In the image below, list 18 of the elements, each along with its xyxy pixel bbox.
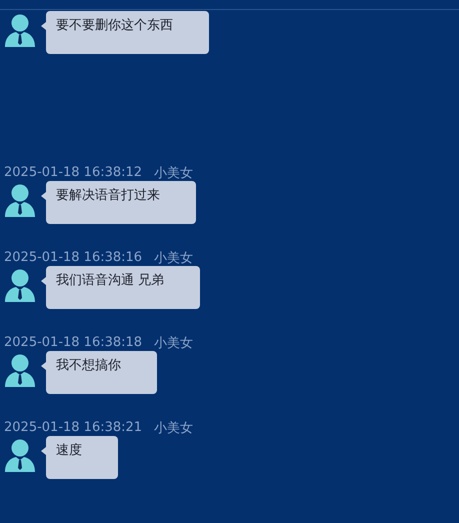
avatar-icon: [4, 353, 36, 387]
message-bubble: 要解决语音打过来: [46, 181, 196, 224]
sender-name: 小美女: [154, 420, 193, 436]
avatar-icon: [4, 183, 36, 217]
avatar-icon: [4, 268, 36, 302]
message-bubble: 我不想搞你: [46, 351, 157, 394]
message-timestamp: 2025-01-18 16:38:18: [4, 335, 144, 350]
message-bubble: 要不要删你这个东西: [46, 11, 209, 54]
message-timestamp: 2025-01-18 16:38:12: [4, 165, 144, 180]
message-timestamp: 2025-01-18 16:38:16: [4, 250, 144, 265]
avatar-icon: [4, 438, 36, 472]
message-timestamp: 2025-01-18 16:38:21: [4, 420, 144, 435]
sender-name: 小美女: [154, 164, 193, 182]
avatar-icon: [4, 13, 36, 47]
sender-name: 小美女: [154, 250, 193, 266]
message-bubble: 我们语音沟通 兄弟: [46, 266, 200, 309]
message-bubble: 速度: [46, 436, 118, 479]
sender-name: 小美女: [154, 334, 193, 352]
